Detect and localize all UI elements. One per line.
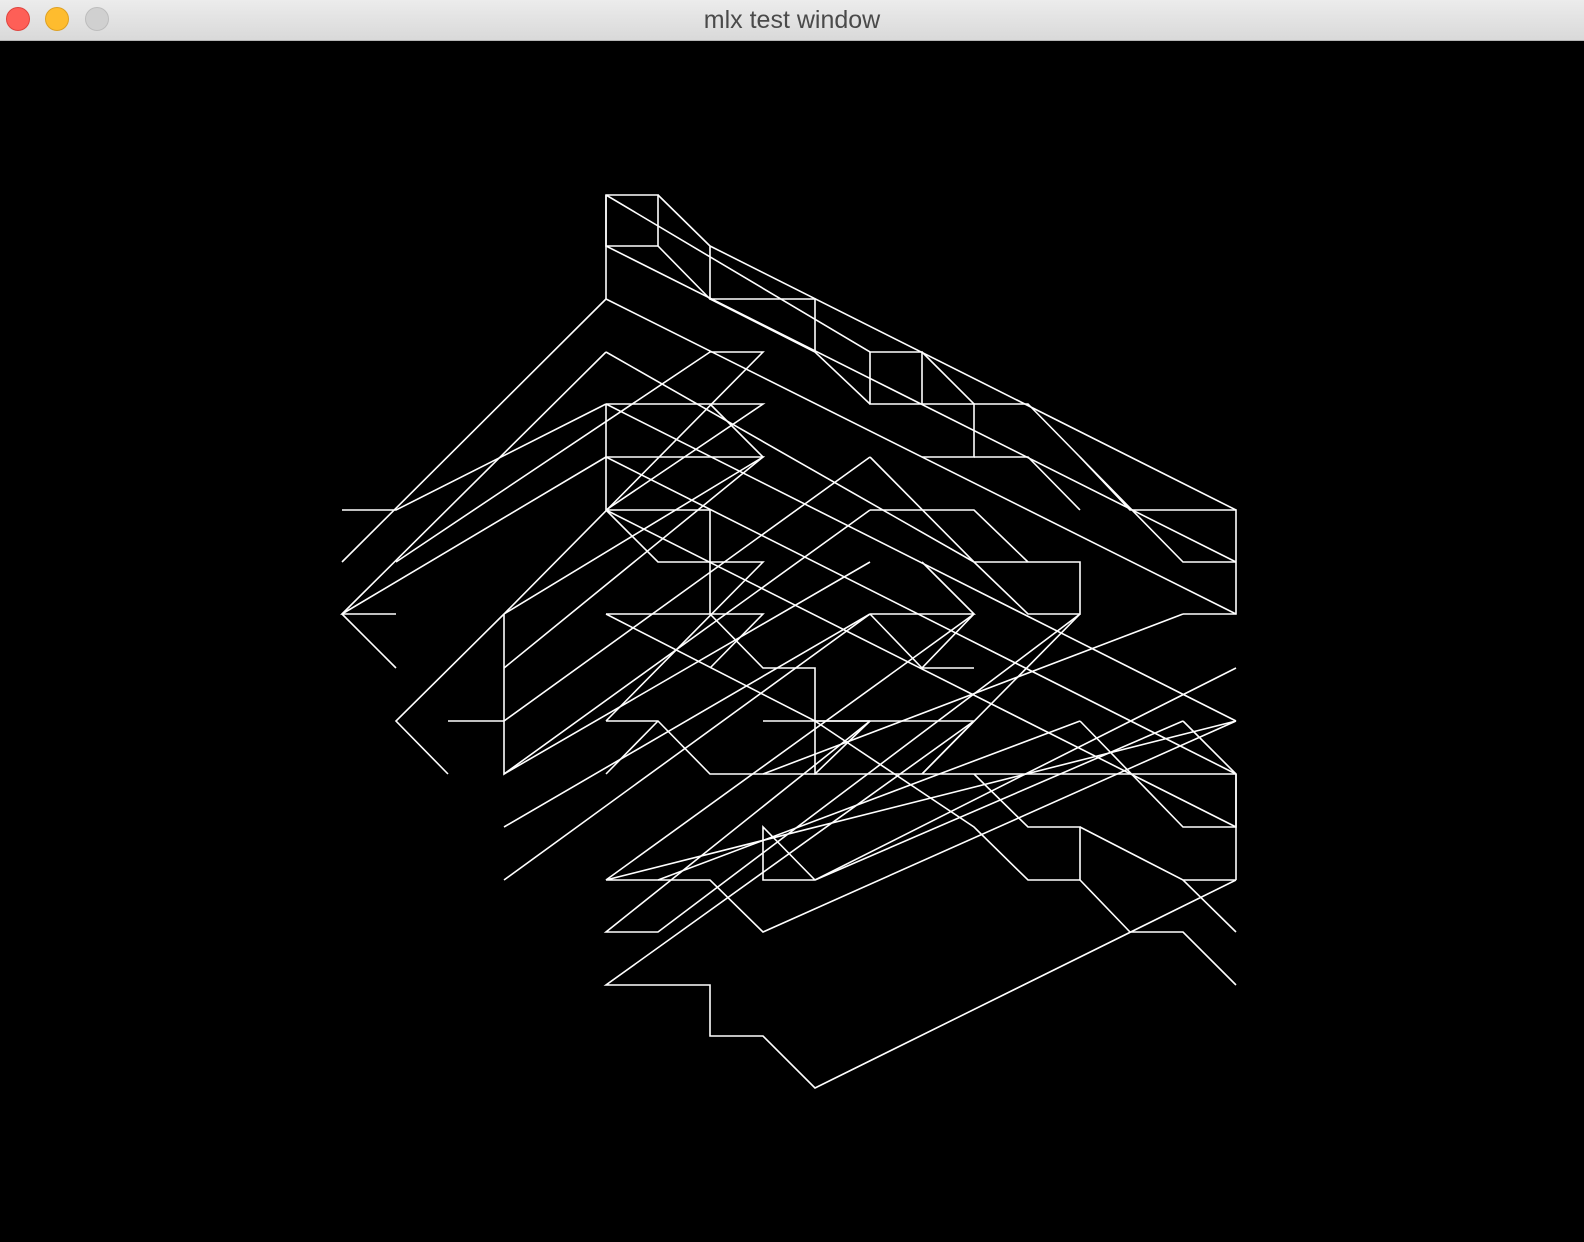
- wire-path: [763, 720, 976, 775]
- wire-path: [869, 352, 922, 405]
- wire-path: [1079, 826, 1236, 881]
- wire-path: [340, 351, 607, 615]
- window-title: mlx test window: [703, 6, 881, 34]
- wire-path: [605, 720, 659, 775]
- wire-path: [341, 298, 607, 563]
- wire-path: [1079, 879, 1237, 986]
- wire-path: [605, 613, 870, 722]
- wire-path: [605, 613, 975, 881]
- wire-path: [394, 613, 505, 775]
- wire-path: [342, 403, 607, 511]
- wire-path: [869, 613, 923, 669]
- wireframe-drawing: [340, 194, 1237, 1089]
- title-bar[interactable]: mlx test window: [0, 0, 1584, 41]
- wire-path: [603, 613, 1081, 933]
- wire-path: [606, 613, 1236, 775]
- render-canvas[interactable]: [0, 41, 1584, 1242]
- wire-path: [341, 613, 397, 669]
- wire-path: [974, 456, 1081, 511]
- app-window: mlx test window: [0, 0, 1584, 1242]
- wire-path: [870, 561, 976, 615]
- wire-path: [341, 456, 607, 615]
- wire-path: [1182, 879, 1237, 933]
- wire-path: [709, 245, 1237, 511]
- wire-path: [605, 456, 1237, 775]
- wire-path: [603, 720, 1237, 1089]
- wire-path: [814, 720, 1081, 881]
- wire-path: [920, 613, 975, 669]
